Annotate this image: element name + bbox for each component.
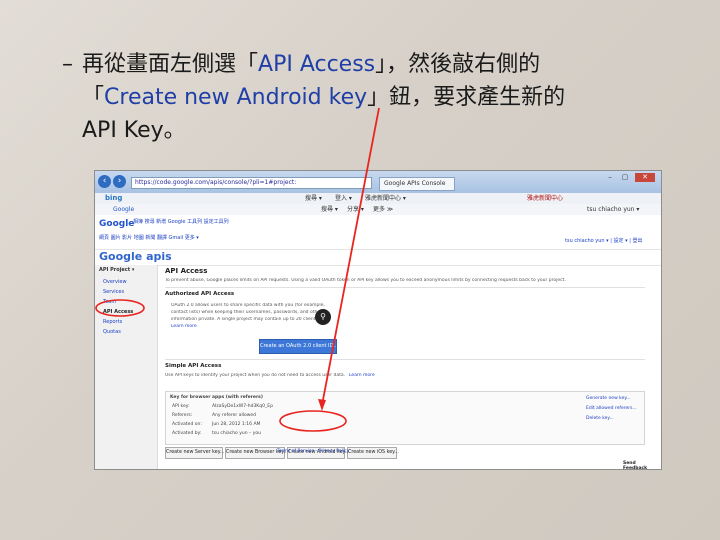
back-icon[interactable]: ‹ xyxy=(98,175,111,188)
create-ios-key-button[interactable]: Create new iOS key... xyxy=(347,447,399,459)
toolbar-login[interactable]: 登入 ▾ xyxy=(335,193,352,204)
oauth-logo-icon: ⚲ xyxy=(315,309,331,325)
google-toolbar-more[interactable]: 更多 ≫ xyxy=(373,204,393,215)
google-toolbar-share[interactable]: 分享 ▾ xyxy=(347,204,364,215)
close-icon[interactable]: ✕ xyxy=(635,173,655,182)
bing-logo: bing xyxy=(105,194,123,202)
toolbar-search[interactable]: 搜尋 ▾ xyxy=(305,193,322,204)
apis-header: Google apis xyxy=(95,249,661,266)
auth-text-3: information private. A single project ma… xyxy=(171,317,326,322)
toolbar-news[interactable]: 雅虎新聞中心 ▾ xyxy=(365,193,406,204)
auth-text-1: OAuth 2.0 allows users to share specific… xyxy=(171,303,325,308)
generate-new-key-link[interactable]: Generate new key... xyxy=(586,396,631,401)
sidebar-item-services[interactable]: Services xyxy=(103,289,124,295)
bullet-dash: – xyxy=(62,52,73,77)
create-server-key-button[interactable]: Create new Server key... xyxy=(165,447,224,459)
simple-access-text: Use API keys to identify your project wh… xyxy=(165,373,346,378)
page-title: API Access xyxy=(165,267,208,275)
learn-more-link-2[interactable]: Learn more xyxy=(349,373,375,378)
google-toolbar-logo: Google xyxy=(113,206,135,213)
line2-suffix: 」鈕，要求產生新的 xyxy=(367,85,566,110)
key-label: API key: xyxy=(172,404,190,409)
address-bar[interactable]: https://code.google.com/apis/console/?pl… xyxy=(131,177,372,189)
project-selector[interactable]: API Project ▾ xyxy=(99,267,134,273)
auth-text-2: contact lists) while keeping their usern… xyxy=(171,310,322,315)
send-feedback-link[interactable]: Send Feedback xyxy=(623,461,661,469)
google-logo: Google xyxy=(99,219,135,229)
activated-on-value: Jun 28, 2012 1:16 AM xyxy=(212,422,261,427)
main-content: API Access To prevent abuse, Google plac… xyxy=(165,267,655,467)
instruction-line-1: 再從畫面左側選「API Access」，然後敲右側的 xyxy=(82,48,692,81)
sidebar-item-quotas[interactable]: Quotas xyxy=(103,329,121,335)
key-box-title: Key for browser apps (with referers) xyxy=(170,395,263,400)
browser-tab[interactable]: Google APIs Console xyxy=(379,177,455,191)
learn-more-link[interactable]: Learn more xyxy=(171,324,197,329)
line2-prefix: 「 xyxy=(82,85,105,110)
browser-screenshot: ‹ › https://code.google.com/apis/console… xyxy=(94,170,662,470)
sidebar-item-reports[interactable]: Reports xyxy=(103,319,122,325)
google-nav: Google 相簿 搜尋 新增 Google 工具列 設定工具列 網頁 圖片 影… xyxy=(95,215,661,250)
activated-on-label: Activated on: xyxy=(172,422,202,427)
toolbar-user[interactable]: 雅虎新聞中心 xyxy=(527,193,563,204)
divider xyxy=(165,287,645,288)
referers-value: Any referer allowed xyxy=(212,413,257,418)
edit-referers-link[interactable]: Edit allowed referers... xyxy=(586,406,637,411)
intro-text: To prevent abuse, Google places limits o… xyxy=(165,278,566,283)
activated-by-label: Activated by: xyxy=(172,431,202,436)
create-oauth-client-button[interactable]: Create an OAuth 2.0 client ID... xyxy=(259,339,338,354)
instruction-text: – 再從畫面左側選「API Access」，然後敲右側的 「Create new… xyxy=(62,48,692,147)
authorized-heading: Authorized API Access xyxy=(165,291,235,297)
sidebar-item-api-access[interactable]: API Access xyxy=(103,309,133,315)
google-userbar[interactable]: tsu chiacho yun ▾ | 設定 ▾ | 登出 xyxy=(565,237,642,244)
delete-key-link[interactable]: Delete key... xyxy=(586,416,614,421)
browser-titlebar: ‹ › https://code.google.com/apis/console… xyxy=(95,171,661,193)
referers-label: Referers: xyxy=(172,413,193,418)
instruction-line-2: 「Create new Android key」鈕，要求產生新的 xyxy=(82,81,692,114)
google-toolbar-user[interactable]: tsu chiacho yun ▾ xyxy=(587,204,639,215)
line1-prefix: 再從畫面左側選「 xyxy=(82,52,259,77)
sidebar-item-team[interactable]: Team xyxy=(103,299,116,305)
create-browser-key-button[interactable]: Create new Browser key... xyxy=(225,447,288,459)
footer-links[interactable]: Terms of Service - Privacy Policy xyxy=(277,449,349,454)
line1-suffix: 」，然後敲右側的 xyxy=(375,52,541,77)
simple-access-heading: Simple API Access xyxy=(165,363,222,369)
sidebar: API Project ▾ Overview Services Team API… xyxy=(95,265,158,469)
google-apis-logo: Google apis xyxy=(99,250,172,263)
forward-icon[interactable]: › xyxy=(113,175,126,188)
google-toolbar-search[interactable]: 搜尋 ▾ xyxy=(321,204,338,215)
key-value: AIzaSyDe1xW7-hd3Kq0_Ep xyxy=(212,404,273,409)
highlight-api-access: API Access xyxy=(258,52,376,77)
create-key-buttons: Create new Server key... Create new Brow… xyxy=(165,447,645,459)
maximize-icon[interactable]: ▢ xyxy=(618,173,632,182)
instruction-line-3: API Key。 xyxy=(82,118,186,143)
highlight-create-android-key: Create new Android key xyxy=(104,85,368,110)
google-links-line2[interactable]: 網頁 圖片 影片 地圖 新聞 翻譯 Gmail 更多 ▾ xyxy=(99,235,229,242)
activated-by-value: tsu chiacho yun – you xyxy=(212,431,261,436)
minimize-icon[interactable]: – xyxy=(603,173,617,182)
api-key-box: Key for browser apps (with referers) API… xyxy=(165,391,645,445)
divider-2 xyxy=(165,359,645,360)
sidebar-item-overview[interactable]: Overview xyxy=(103,279,127,285)
google-links: 相簿 搜尋 新增 Google 工具列 設定工具列 網頁 圖片 影片 地圖 新聞… xyxy=(99,219,229,242)
google-links-line1[interactable]: 相簿 搜尋 新增 Google 工具列 設定工具列 xyxy=(133,219,229,226)
